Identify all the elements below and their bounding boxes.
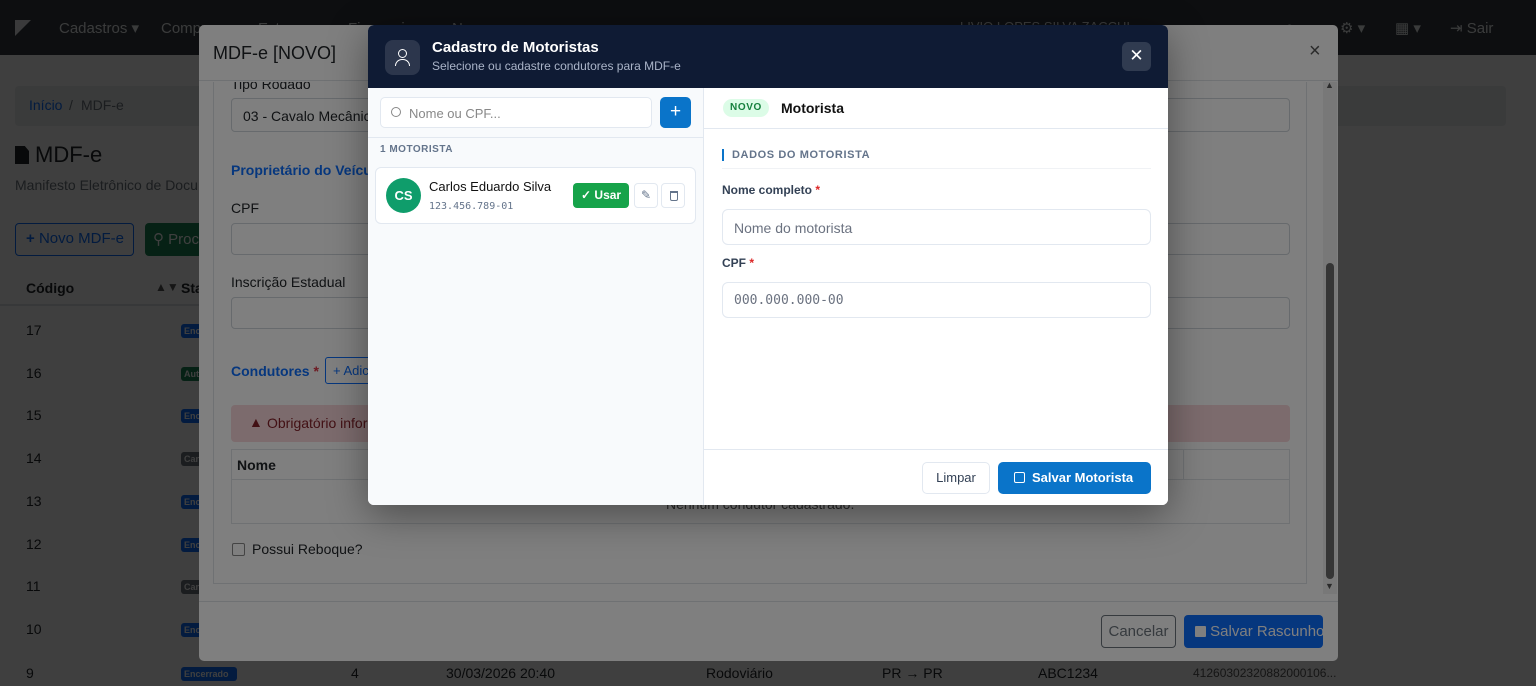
avatar: CS: [386, 178, 421, 213]
section-title: DADOS DO MOTORISTA: [732, 149, 871, 161]
motoristas-subtitle: Selecione ou cadastre condutores para MD…: [432, 59, 681, 73]
search-placeholder: Nome ou CPF...: [409, 106, 501, 121]
driver-name: Carlos Eduardo Silva: [429, 179, 552, 194]
form-header: NOVO Motorista: [704, 88, 1168, 129]
driver-count: 1 MOTORISTA: [380, 144, 453, 155]
save-driver-button[interactable]: Salvar Motorista: [998, 462, 1151, 494]
save-icon: [1014, 472, 1025, 483]
cpf-input[interactable]: 000.000.000-00: [722, 282, 1151, 318]
use-driver-button[interactable]: ✓ Usar: [573, 183, 629, 208]
new-badge: NOVO: [723, 99, 769, 117]
check-icon: ✓: [581, 188, 592, 202]
motoristas-modal: Cadastro de Motoristas Selecione ou cada…: [368, 25, 1168, 505]
cpf-placeholder: 000.000.000-00: [734, 293, 844, 308]
form-footer: Limpar Salvar Motorista: [704, 449, 1168, 505]
name-label: Nome completo *: [722, 183, 821, 197]
add-driver-button[interactable]: +: [660, 97, 691, 128]
driver-form-pane: NOVO Motorista DADOS DO MOTORISTA Nome c…: [704, 88, 1168, 505]
form-header-title: Motorista: [781, 100, 844, 116]
edit-driver-button[interactable]: ✎: [634, 183, 658, 208]
clear-button[interactable]: Limpar: [922, 462, 990, 494]
edit-icon: ✎: [640, 188, 652, 202]
name-placeholder: Nome do motorista: [734, 220, 853, 236]
close-button[interactable]: ✕: [1122, 42, 1151, 71]
search-icon: [391, 107, 401, 117]
section-header: DADOS DO MOTORISTA: [722, 148, 1151, 169]
driver-cpf: 123.456.789-01: [429, 201, 514, 212]
cpf-label: CPF *: [722, 256, 755, 270]
motoristas-modal-header: Cadastro de Motoristas Selecione ou cada…: [368, 25, 1168, 88]
driver-list-pane: Nome ou CPF... + 1 MOTORISTA CS Carlos E…: [368, 88, 704, 505]
plus-icon: +: [669, 101, 682, 122]
close-icon: ✕: [1129, 46, 1144, 65]
search-input[interactable]: Nome ou CPF...: [380, 97, 652, 128]
name-input[interactable]: Nome do motorista: [722, 209, 1151, 245]
delete-driver-button[interactable]: [661, 183, 685, 208]
driver-card[interactable]: CS Carlos Eduardo Silva 123.456.789-01 ✓…: [375, 167, 696, 224]
motoristas-title: Cadastro de Motoristas: [432, 39, 599, 56]
user-icon: [385, 40, 420, 75]
trash-icon: [670, 191, 678, 201]
